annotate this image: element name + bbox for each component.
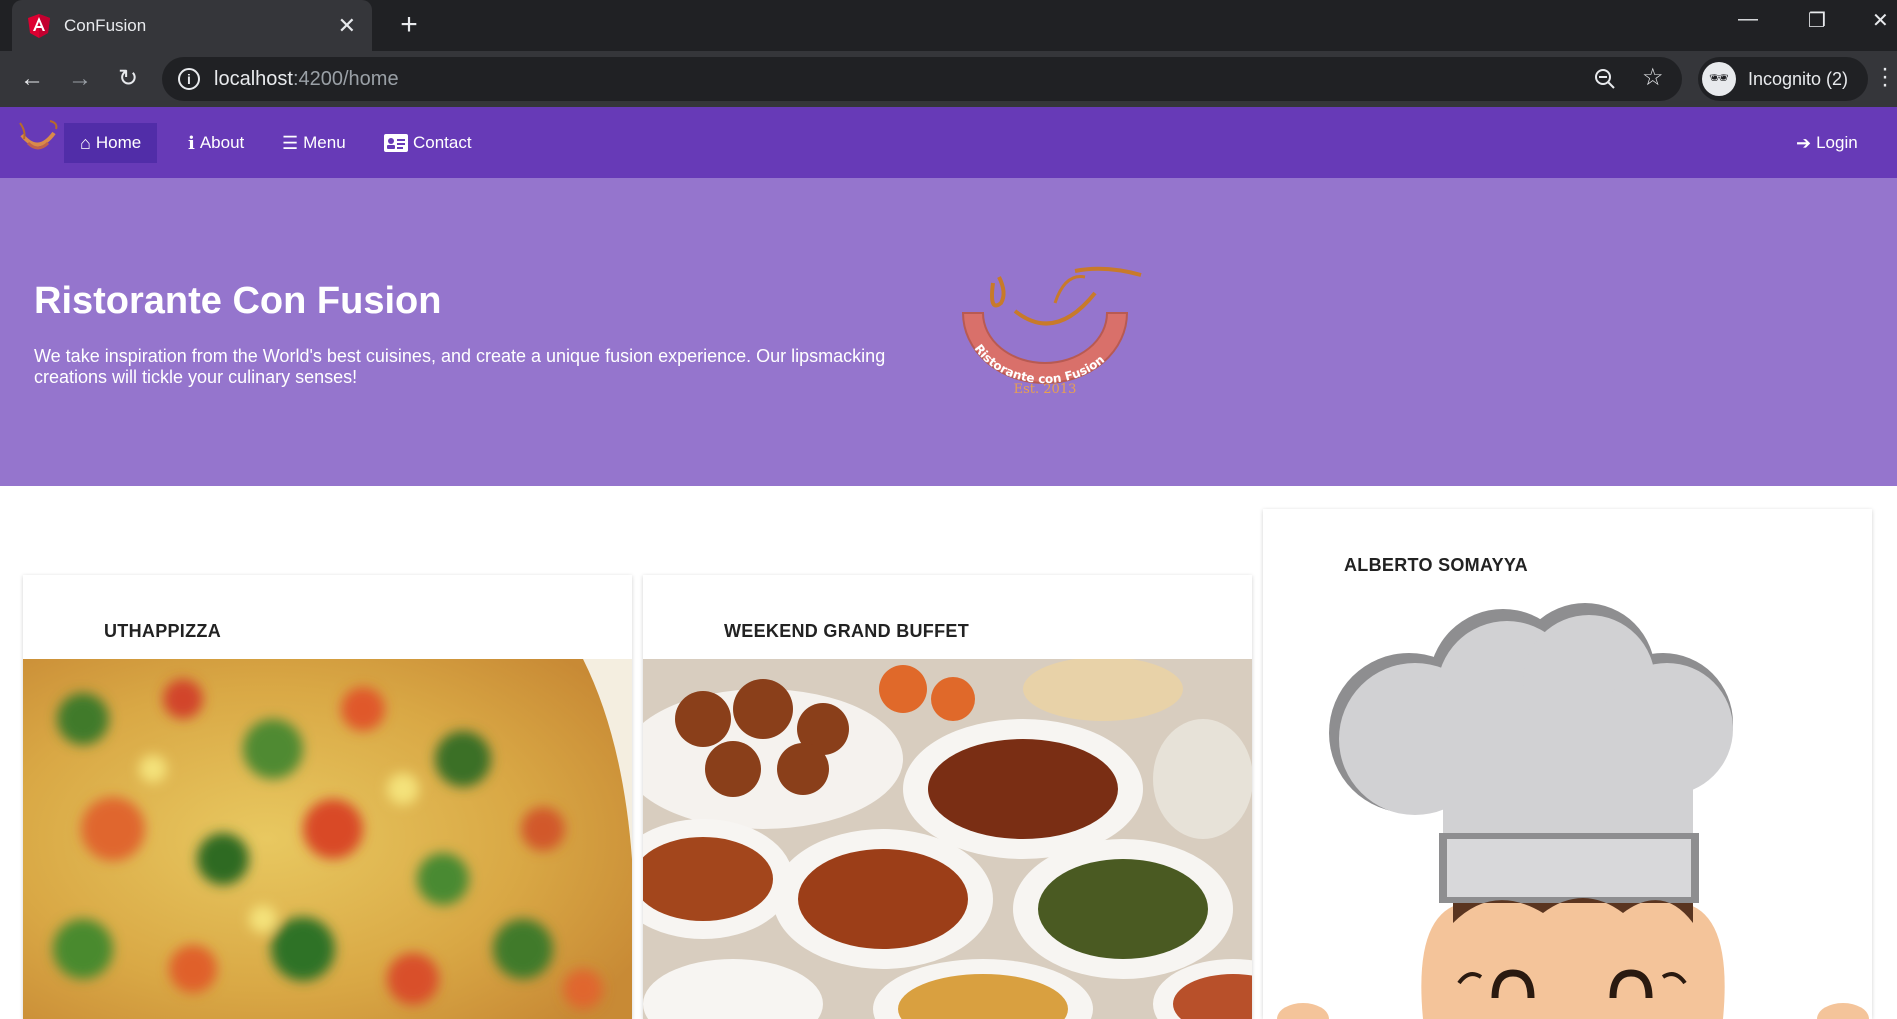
incognito-profile-button[interactable]: 🕶 Incognito (2)	[1698, 57, 1868, 101]
login-button[interactable]: ➔ Login	[1780, 123, 1874, 163]
new-tab-icon[interactable]: +	[392, 9, 426, 43]
login-label: Login	[1816, 133, 1858, 152]
card-title: ALBERTO SOMAYYA	[1344, 555, 1528, 575]
chef-image	[1263, 593, 1872, 1019]
logo-est: Est. 2013	[1014, 382, 1077, 397]
browser-toolbar: ← → ↻ i localhost:4200/home ☆ 🕶 Incognit…	[0, 51, 1897, 107]
nav-about-label: About	[199, 133, 245, 152]
jumbotron: Ristorante Con Fusion We take inspiratio…	[0, 178, 1897, 486]
profile-label: Incognito (2)	[1748, 68, 1849, 89]
incognito-icon: 🕶	[1702, 62, 1736, 96]
nav-menu[interactable]: ☰ Menu	[266, 123, 362, 163]
angular-favicon-icon	[28, 13, 50, 38]
restore-icon[interactable]: ❐	[1808, 8, 1826, 33]
buffet-image	[643, 659, 1252, 1019]
zoom-out-icon[interactable]	[1594, 68, 1616, 90]
url-path: :4200/home	[292, 67, 399, 90]
dish-card[interactable]: UTHAPPIZZA	[23, 575, 632, 1019]
home-icon: ⌂	[80, 132, 91, 153]
leader-card[interactable]: ALBERTO SOMAYYA	[1263, 509, 1872, 1019]
close-tab-icon[interactable]: ✕	[338, 13, 356, 39]
reload-icon[interactable]: ↻	[110, 61, 146, 97]
back-icon[interactable]: ←	[14, 61, 50, 97]
card-title: UTHAPPIZZA	[104, 621, 221, 641]
info-icon: i	[188, 132, 195, 154]
url-host: localhost	[214, 67, 293, 90]
forward-icon[interactable]: →	[62, 61, 98, 97]
pizza-image	[23, 659, 632, 1019]
promotion-card[interactable]: WEEKEND GRAND BUFFET	[643, 575, 1252, 1019]
sign-in-icon: ➔	[1796, 132, 1812, 153]
browser-tabstrip: ConFusion ✕ + — ❐ ✕	[0, 0, 1897, 51]
brand-logo[interactable]	[16, 117, 60, 157]
nav-contact-label: Contact	[413, 133, 472, 152]
address-bar[interactable]: i localhost:4200/home ☆	[162, 57, 1682, 101]
jumbotron-text: We take inspiration from the World's bes…	[34, 346, 886, 387]
nav-home[interactable]: ⌂ Home	[64, 123, 158, 163]
list-icon: ☰	[282, 132, 299, 153]
browser-tab[interactable]: ConFusion ✕	[12, 0, 372, 51]
app-navbar: ⌂ Home i About ☰ Menu Contact ➔ Login	[0, 107, 1897, 178]
site-info-icon[interactable]: i	[178, 68, 200, 90]
restaurant-logo: Ristorante con Fusion Est. 2013	[961, 266, 1142, 397]
nav-about[interactable]: i About	[172, 123, 260, 163]
browser-menu-icon[interactable]: · · ·	[1880, 57, 1890, 97]
nav-menu-label: Menu	[303, 133, 346, 152]
nav-home-label: Home	[95, 133, 142, 152]
address-card-icon	[384, 134, 408, 152]
minimize-icon[interactable]: —	[1738, 8, 1758, 31]
card-title: WEEKEND GRAND BUFFET	[724, 621, 969, 641]
tab-title: ConFusion	[64, 15, 147, 35]
jumbotron-title: Ristorante Con Fusion	[34, 280, 442, 322]
close-window-icon[interactable]: ✕	[1872, 8, 1889, 33]
bookmark-star-icon[interactable]: ☆	[1642, 63, 1664, 92]
nav-contact[interactable]: Contact	[368, 123, 488, 163]
